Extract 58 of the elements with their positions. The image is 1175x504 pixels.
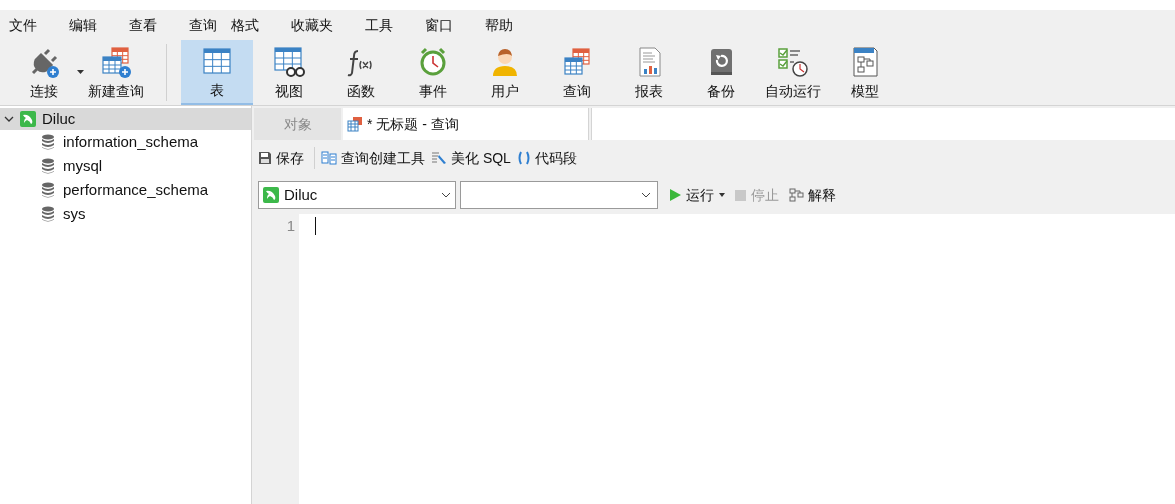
database-icon: [41, 182, 55, 198]
toolbar-button[interactable]: 用户: [469, 40, 541, 105]
text-cursor: [315, 217, 316, 235]
tab[interactable]: * 无标题 - 查询: [343, 108, 589, 140]
toolbar-button[interactable]: 自动运行: [757, 40, 829, 105]
connection-icon: [263, 187, 279, 203]
menu-item[interactable]: 查询: [182, 14, 224, 36]
toolbar-button[interactable]: 查询: [541, 40, 613, 105]
toolbar-button[interactable]: 报表: [613, 40, 685, 105]
menu-item[interactable]: 工具: [358, 14, 400, 36]
menu-item[interactable]: 窗口: [418, 14, 460, 36]
editor-toolbar-button[interactable]: 保存: [258, 146, 304, 170]
chevron-down-icon: [441, 192, 451, 198]
table-add-icon: [99, 45, 133, 79]
beautify-brush-icon: [431, 151, 447, 165]
toolbar-button[interactable]: 连接: [8, 40, 80, 105]
database-select[interactable]: [460, 181, 658, 209]
menu-item[interactable]: 格式: [224, 14, 266, 36]
connection-select[interactable]: Diluc: [258, 181, 456, 209]
table-glasses-icon: [272, 45, 306, 79]
toolbar-button[interactable]: 备份: [685, 40, 757, 105]
run-button[interactable]: 运行: [670, 184, 725, 206]
checklist-clock-icon: [776, 45, 810, 79]
toolbar-button[interactable]: 模型: [829, 40, 901, 105]
hierarchy-icon: [789, 188, 805, 202]
database-icon: [41, 206, 55, 222]
line-number: 1: [286, 216, 295, 236]
menu-item[interactable]: 帮助: [478, 14, 520, 36]
toolbar-button[interactable]: 函数: [325, 40, 397, 105]
tree-item[interactable]: performance_schema: [0, 178, 251, 202]
database-icon: [41, 134, 55, 150]
chevron-down-icon[interactable]: [4, 114, 14, 124]
toolbar-button[interactable]: 视图: [253, 40, 325, 105]
caret-icon[interactable]: [719, 193, 725, 197]
tree-item[interactable]: Diluc: [0, 108, 251, 130]
menu-item[interactable]: 编辑: [62, 14, 104, 36]
menu-item[interactable]: 收藏夹: [284, 14, 340, 36]
chevron-down-icon: [641, 192, 651, 198]
menu-item[interactable]: 查看: [122, 14, 164, 36]
toolbar-button[interactable]: 新建查询: [80, 40, 152, 105]
menu-item[interactable]: 文件: [2, 14, 44, 36]
editor-toolbar-button[interactable]: 查询创建工具: [321, 146, 425, 170]
editor-toolbar-button[interactable]: 代码段: [516, 146, 577, 170]
parentheses-icon: [516, 151, 531, 165]
caret-icon[interactable]: [77, 70, 84, 74]
query-builder-icon: [321, 151, 337, 165]
tree-item[interactable]: sys: [0, 202, 251, 226]
toolbar-button[interactable]: 事件: [397, 40, 469, 105]
toolbar-button[interactable]: 表: [181, 40, 253, 105]
connection-icon: [20, 111, 36, 127]
explain-button[interactable]: 解释: [789, 184, 836, 206]
stop-icon: [735, 189, 746, 201]
query-tab-icon: [347, 116, 363, 132]
editor-toolbar-button[interactable]: 美化 SQL: [431, 146, 511, 170]
play-icon: [670, 189, 681, 201]
tree-item[interactable]: mysql: [0, 154, 251, 178]
database-icon: [41, 158, 55, 174]
tree-item[interactable]: information_schema: [0, 130, 251, 154]
